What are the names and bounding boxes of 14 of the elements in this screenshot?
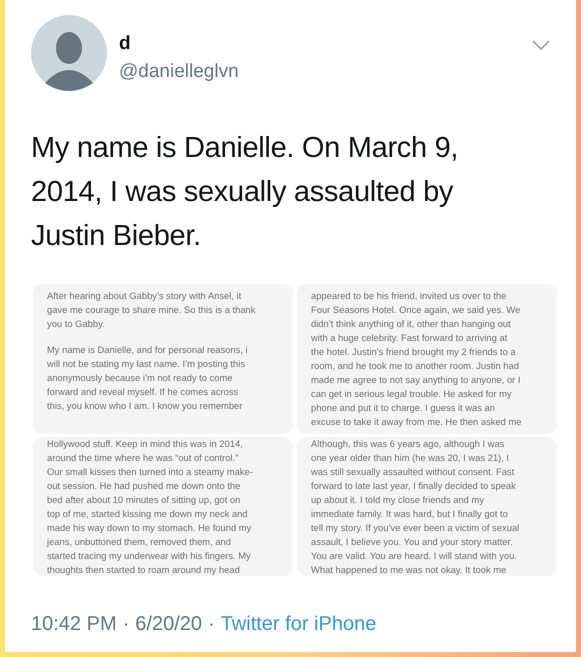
source-link[interactable]: Twitter for iPhone [220, 613, 376, 636]
note-paragraph: Although, this was 6 years ago, although I was one year older than him (he was 20, I was 21), I was still sexually assaulted without consent. Fast forward to late last year, I finally decided to speak up about it. I told my close friends and my immediate family. It was hard, but I finally got to tell my story. If you’ve ever been a victim of sexual assault, I believe you. You and your story matter. You are valid. You are heard. I will stand with you. What happened to me was not okay. It took me [311, 437, 520, 577]
note-paragraph: Hollywood stuff. Keep in mind this was in 2014, around the time where he was “out of control.” Our small kisses then turned into a steamy make- out session. He had pushed me down onto the bed after about 10 minutes of sitting up, got on top of me, started kissing me down my neck and made his way down to my stomach. He found my jeans, unbuttoned them, removed them, and started tracing my underwear with his fingers. My thoughts then started to roam around my head [47, 437, 254, 577]
display-name: d [119, 33, 132, 55]
separator-dot: · [122, 613, 130, 636]
tweet-date: 6/20/20 [135, 613, 202, 636]
note-paragraph: After hearing about Gabby’s story with Ansel, it gave me courage to share mine. So this is a thank you to Gabby. [47, 289, 256, 331]
separator-dot: · [208, 613, 215, 636]
tweet-time: 10:42 PM [31, 613, 117, 636]
tweet-text: My name is Danielle. On March 9, 2014, I was sexually assaulted by Justin Bieber. [31, 131, 460, 254]
user-handle: @danielleglvn [119, 61, 240, 83]
note-paragraph: appeared to be his friend, invited us over to the Four Seasons Hotel. Once again, we said yes. We didn’t think anything of it, other than hanging out with a huge celebrity. Fast forward to arriving at the hotel. Justin’s friend brought my 2 friends to a room, and he took me to another room. Justin had made me agree to not say anything to anyone, or I can get in serious legal trouble. He asked for my phone and put it to charge. I guess it was an excuse to take it away from me. He then asked me [311, 289, 523, 429]
note-paragraph: My name is Danielle, and for personal reasons, i will not be stating my last name. I’m posting this anonymously because i’m not ready to come forward and reveal myself. If he comes across this, you know who I am. I know you remember [47, 343, 249, 413]
avatar-icon [31, 15, 107, 91]
